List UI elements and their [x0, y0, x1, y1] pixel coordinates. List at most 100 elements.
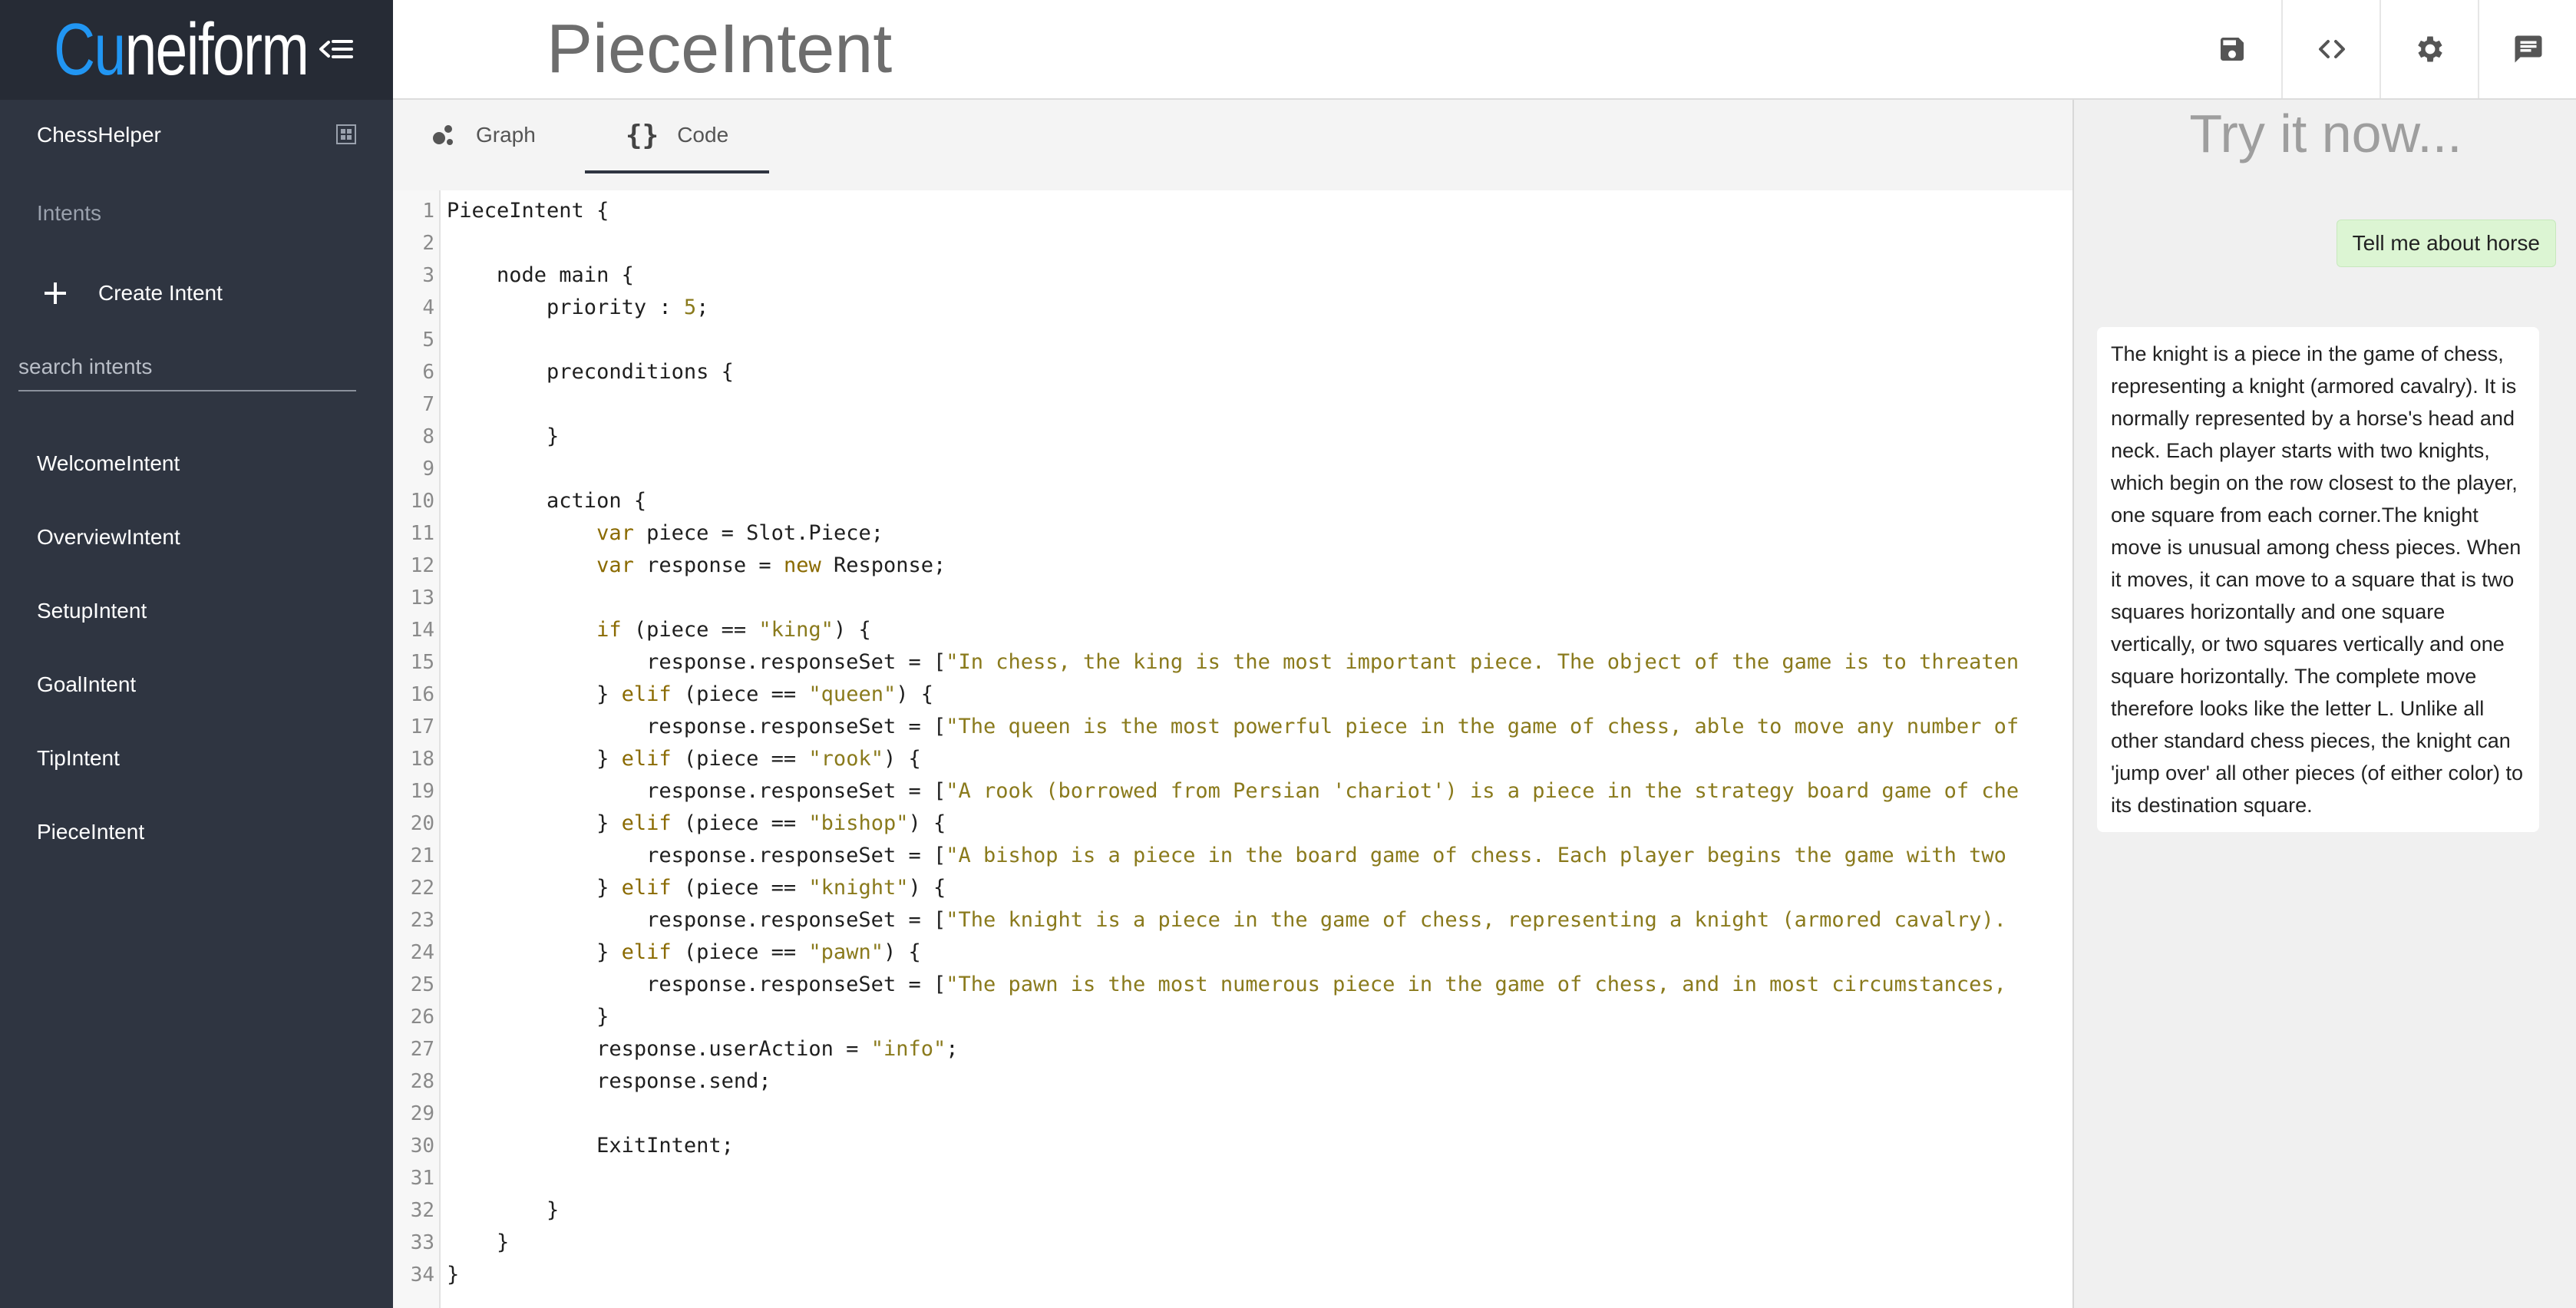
line-number: 3 [422, 264, 434, 287]
line-number: 10 [410, 490, 434, 513]
intent-item-welcome[interactable]: WelcomeIntent [0, 439, 393, 513]
line-number: 31 [410, 1167, 434, 1190]
code-line: 23 response.responseSet = ["The knight i… [393, 904, 2072, 936]
code-line: 31 [393, 1162, 2072, 1194]
intent-list: WelcomeIntent OverviewIntent SetupIntent… [0, 439, 393, 881]
code-text: preconditions { [447, 360, 734, 384]
code-text: priority : 5; [447, 296, 709, 319]
code-line: 2 [393, 227, 2072, 259]
line-number: 28 [410, 1070, 434, 1093]
line-number: 6 [422, 361, 434, 384]
line-number: 26 [410, 1006, 434, 1029]
code-text: } [447, 424, 560, 448]
line-number: 13 [410, 586, 434, 609]
code-line: 15 response.responseSet = ["In chess, th… [393, 646, 2072, 679]
line-number: 4 [422, 296, 434, 319]
create-intent-label: Create Intent [98, 281, 223, 305]
code-editor[interactable]: 1 PieceIntent {2 3 node main {4 priority :… [393, 190, 2072, 1308]
tab-graph[interactable]: Graph [430, 100, 576, 170]
sidebar: Cuneiform ChessHelper Intents Create Int… [0, 0, 393, 1308]
code-line: 28 response.send; [393, 1065, 2072, 1098]
project-row[interactable]: ChessHelper [0, 114, 393, 160]
code-text: response.send; [447, 1069, 771, 1093]
header: PieceIntent [393, 0, 2576, 101]
line-number: 23 [410, 909, 434, 932]
code-lines: 1 PieceIntent {2 3 node main {4 priority :… [393, 195, 2072, 1291]
code-text: response.responseSet = ["The pawn is the… [447, 973, 2006, 996]
code-line: 18 } elif (piece == "rook") { [393, 743, 2072, 775]
code-line: 20 } elif (piece == "bishop") { [393, 808, 2072, 840]
code-text: PieceIntent { [447, 199, 609, 223]
line-number: 9 [422, 457, 434, 481]
settings-button[interactable] [2379, 0, 2479, 98]
save-button[interactable] [2183, 0, 2281, 98]
code-text: } elif (piece == "rook") { [447, 747, 921, 771]
save-icon [2221, 38, 2244, 61]
tab-code[interactable]: {} Code [585, 100, 769, 173]
code-text: } elif (piece == "knight") { [447, 876, 946, 900]
chat-button[interactable] [2478, 0, 2576, 98]
intent-item-overview[interactable]: OverviewIntent [0, 513, 393, 586]
code-line: 10 action { [393, 485, 2072, 517]
code-line: 25 response.responseSet = ["The pawn is … [393, 969, 2072, 1001]
code-line: 12 var response = new Response; [393, 550, 2072, 582]
line-number: 33 [410, 1231, 434, 1254]
code-text: node main { [447, 263, 634, 287]
braces-icon: {} [625, 119, 659, 151]
code-text: response.responseSet = ["The knight is a… [447, 908, 2006, 932]
code-line: 27 response.userAction = "info"; [393, 1033, 2072, 1065]
search-input[interactable] [18, 352, 356, 382]
code-text: } [447, 1263, 460, 1287]
line-number: 14 [410, 619, 434, 642]
line-number: 21 [410, 844, 434, 867]
code-line: 30 ExitIntent; [393, 1130, 2072, 1162]
logo: Cuneiform [54, 8, 309, 92]
code-text: } [447, 1230, 510, 1254]
gear-icon [2418, 36, 2442, 62]
code-text: action { [447, 489, 647, 513]
line-number: 7 [422, 393, 434, 416]
code-line: 14 if (piece == "king") { [393, 614, 2072, 646]
code-line: 17 response.responseSet = ["The queen is… [393, 711, 2072, 743]
intents-section-label: Intents [37, 201, 102, 225]
intent-item-tip[interactable]: TipIntent [0, 734, 393, 808]
line-number: 11 [410, 522, 434, 545]
line-number: 8 [422, 425, 434, 448]
line-number: 5 [422, 329, 434, 352]
line-number: 22 [410, 877, 434, 900]
line-number: 12 [410, 554, 434, 577]
code-line: 29 [393, 1098, 2072, 1130]
project-name: ChessHelper [37, 123, 161, 147]
line-number: 20 [410, 812, 434, 835]
intent-item-piece[interactable]: PieceIntent [0, 808, 393, 881]
code-line: 21 response.responseSet = ["A bishop is … [393, 840, 2072, 872]
create-intent-button[interactable]: Create Intent [0, 272, 393, 318]
intent-item-setup[interactable]: SetupIntent [0, 586, 393, 660]
code-line: 8 } [393, 421, 2072, 453]
code-line: 11 var piece = Slot.Piece; [393, 517, 2072, 550]
line-number: 1 [422, 200, 434, 223]
collapse-sidebar-button[interactable] [315, 28, 358, 71]
code-line: 4 priority : 5; [393, 292, 2072, 324]
line-number: 30 [410, 1135, 434, 1158]
code-line: 34} [393, 1259, 2072, 1291]
line-number: 25 [410, 973, 434, 996]
code-text: response.responseSet = ["A rook (borrowe… [447, 779, 2020, 803]
code-text: response.userAction = "info"; [447, 1037, 959, 1061]
tab-code-label: Code [677, 123, 729, 147]
project-grid-icon[interactable] [335, 123, 358, 146]
code-text: } [447, 1198, 560, 1222]
editor-tabs: Graph {} Code [393, 100, 2072, 190]
editor-pane: Graph {} Code 1 PieceIntent {2 3 node main… [393, 100, 2072, 1308]
line-number: 15 [410, 651, 434, 674]
intent-item-goal[interactable]: GoalIntent [0, 660, 393, 734]
code-line: 24 } elif (piece == "pawn") { [393, 936, 2072, 969]
code-line: 26 } [393, 1001, 2072, 1033]
logo-rest: neiform [124, 8, 309, 91]
code-text: } elif (piece == "pawn") { [447, 940, 921, 964]
code-text: } elif (piece == "queen") { [447, 682, 933, 706]
plus-icon [45, 282, 66, 304]
code-line: 9 [393, 453, 2072, 485]
code-view-button[interactable] [2281, 0, 2381, 98]
code-text: if (piece == "king") { [596, 618, 871, 642]
